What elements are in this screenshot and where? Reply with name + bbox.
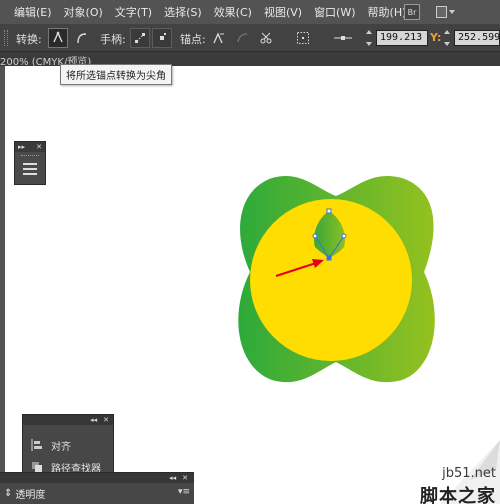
show-handles-button[interactable] (130, 28, 150, 48)
handles-show-icon (135, 33, 145, 43)
control-bar-grip[interactable] (4, 30, 8, 46)
menu-type[interactable]: 文字(T) (115, 4, 152, 20)
align-panel-item[interactable]: 对齐 (31, 437, 71, 453)
menu-object[interactable]: 对象(O) (64, 4, 103, 20)
expand-arrows-icon[interactable]: ▸▸ (18, 143, 25, 151)
tab-toggle-icon: ⇕ (4, 487, 13, 499)
anchors-label: 锚点: (180, 33, 206, 46)
align-reference-point-button[interactable] (290, 28, 316, 48)
menu-select[interactable]: 选择(S) (164, 4, 202, 20)
y-coordinate-field[interactable]: 252.599 (454, 30, 500, 46)
align-pathfinder-panel: ◂◂ ✕ 对齐 路径查找器 (22, 414, 114, 476)
panel-menu-icon[interactable] (23, 163, 37, 175)
convert-to-corner-button[interactable] (48, 28, 68, 48)
handles-hide-icon (160, 33, 166, 40)
transparency-panel-header[interactable]: ◂◂ ✕ (0, 473, 194, 483)
cut-path-button[interactable] (256, 28, 276, 48)
align-label: 对齐 (51, 441, 71, 453)
panel-menu-icon[interactable]: ▾≡ (178, 487, 190, 497)
left-toolbar-edge (0, 66, 5, 504)
close-icon[interactable]: ✕ (182, 474, 188, 482)
anchor-remove-icon (213, 32, 224, 44)
hide-handles-button[interactable] (152, 28, 172, 48)
scissors-icon (260, 32, 272, 44)
close-icon[interactable]: ✕ (103, 416, 109, 424)
workspace-switcher-button[interactable] (436, 5, 458, 19)
y-stepper[interactable] (444, 30, 452, 46)
transparency-tab[interactable]: ⇕ 透明度 (4, 485, 45, 501)
collapse-arrows-icon[interactable]: ◂◂ (90, 416, 97, 424)
bridge-button[interactable]: Br (404, 4, 420, 20)
reference-point-icon (297, 32, 309, 44)
y-label: Y: (430, 31, 442, 44)
connect-anchor-button[interactable] (232, 28, 252, 48)
x-coordinate-field[interactable]: 199.213 (376, 30, 428, 46)
watermark-url: jb51.net (442, 466, 496, 481)
collapsed-panel-header[interactable]: ▸▸ ✕ (15, 142, 45, 152)
remove-anchor-button[interactable] (208, 28, 228, 48)
handles-label: 手柄: (100, 33, 126, 46)
x-stepper[interactable] (366, 30, 374, 46)
convert-to-smooth-button[interactable] (72, 28, 92, 48)
menu-edit[interactable]: 编辑(E) (14, 4, 52, 20)
close-icon[interactable]: ✕ (36, 143, 42, 151)
menu-view[interactable]: 视图(V) (264, 4, 302, 20)
control-bar: 转换: 手柄: 锚点: 199.213 Y: 252.599 (0, 24, 500, 52)
pen-corner-icon (53, 31, 63, 43)
pen-smooth-icon (77, 33, 87, 44)
align-icon (31, 439, 42, 451)
collapsed-panel: ▸▸ ✕ (14, 141, 46, 185)
watermark: jb51.net 脚本之家 (400, 440, 500, 504)
anchor-connect-icon (237, 33, 248, 43)
transform-point-icon (334, 36, 352, 40)
panel-grip[interactable] (21, 155, 39, 157)
menu-bar: 编辑(E) 对象(O) 文字(T) 选择(S) 效果(C) 视图(V) 窗口(W… (0, 0, 500, 24)
transform-reference-button[interactable] (328, 28, 358, 48)
align-panel-header[interactable]: ◂◂ ✕ (23, 415, 113, 425)
menu-window[interactable]: 窗口(W) (314, 4, 355, 20)
watermark-site: 脚本之家 (420, 486, 496, 504)
collapse-arrows-icon[interactable]: ◂◂ (169, 474, 176, 482)
transparency-panel: ◂◂ ✕ ⇕ 透明度 ▾≡ (0, 472, 194, 504)
menu-effect[interactable]: 效果(C) (214, 4, 252, 20)
convert-label: 转换: (16, 33, 42, 46)
menu-help[interactable]: 帮助(H) (368, 4, 407, 20)
transparency-label: 透明度 (15, 489, 46, 501)
tooltip: 将所选锚点转换为尖角 (60, 64, 172, 85)
